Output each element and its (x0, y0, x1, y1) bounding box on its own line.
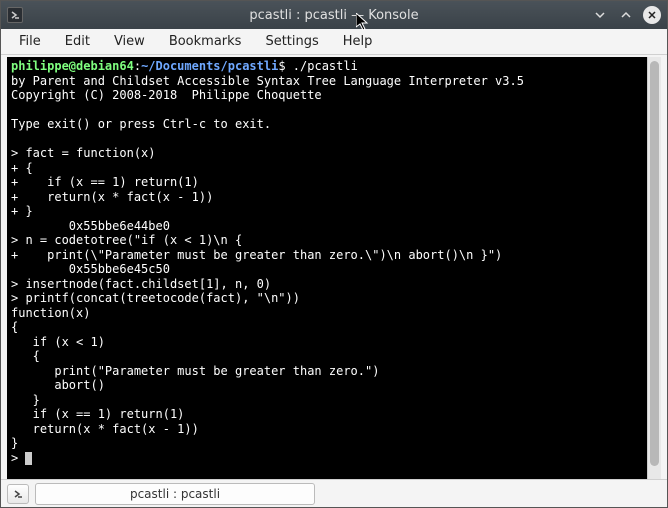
window-title: pcastli : pcastli — Konsole (1, 8, 667, 23)
menu-help[interactable]: Help (333, 31, 383, 52)
app-icon (7, 7, 23, 23)
menu-edit[interactable]: Edit (55, 31, 100, 52)
menu-bookmarks[interactable]: Bookmarks (159, 31, 252, 52)
titlebar: pcastli : pcastli — Konsole (1, 1, 667, 29)
scrollbar-thumb[interactable] (650, 61, 659, 466)
scrollbar[interactable] (647, 57, 661, 479)
close-button[interactable] (643, 6, 661, 24)
menu-view[interactable]: View (104, 31, 155, 52)
new-tab-button[interactable] (7, 484, 29, 504)
menu-file[interactable]: File (9, 31, 51, 52)
tabbar: pcastli : pcastli (1, 479, 667, 507)
menu-settings[interactable]: Settings (255, 31, 328, 52)
tab-label: pcastli : pcastli (130, 487, 220, 501)
tab-active[interactable]: pcastli : pcastli (35, 483, 315, 505)
terminal-output[interactable]: philippe@debian64:~/Documents/pcastli$ .… (7, 57, 647, 479)
menubar: File Edit View Bookmarks Settings Help (1, 29, 667, 55)
maximize-button[interactable] (617, 6, 635, 24)
minimize-button[interactable] (591, 6, 609, 24)
